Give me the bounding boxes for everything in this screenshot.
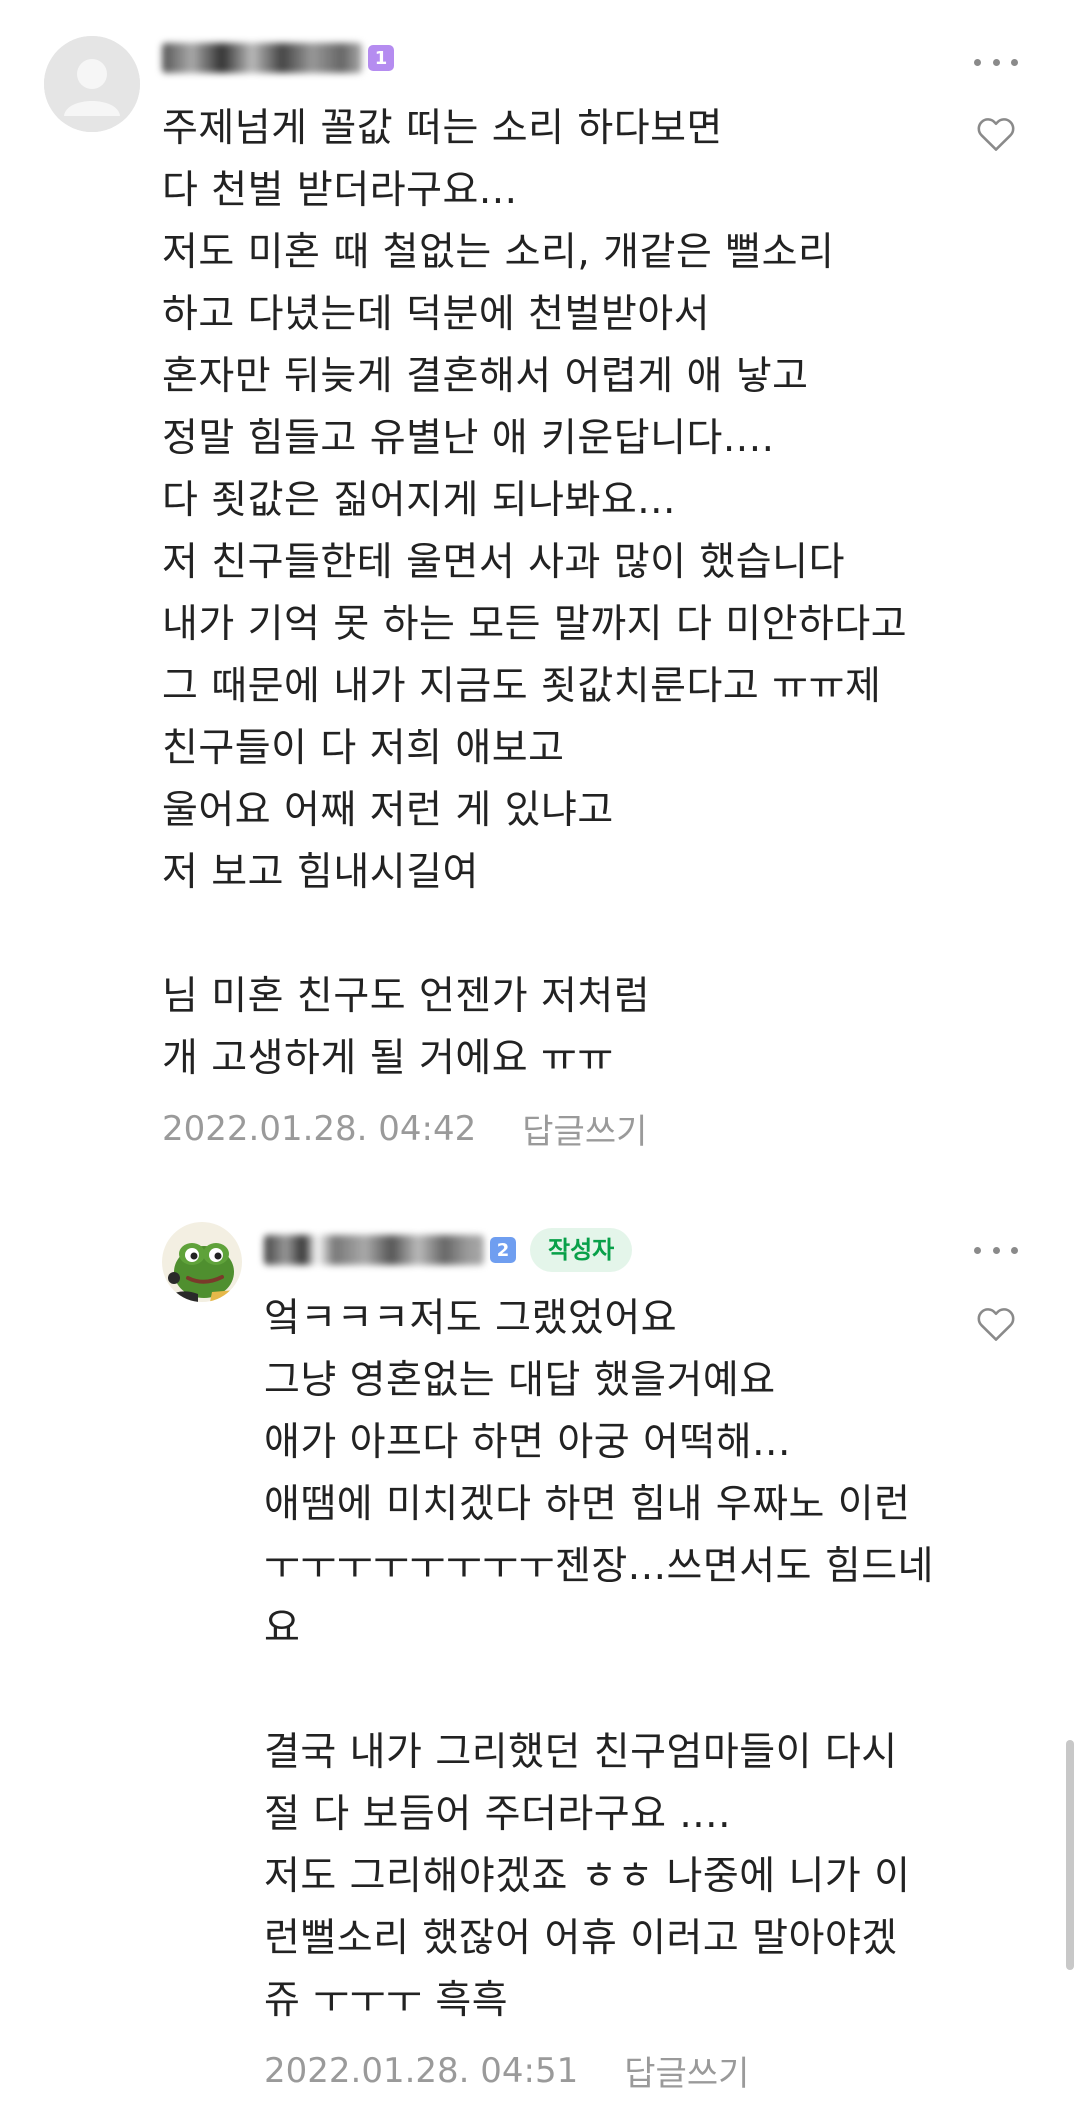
nickname-blurred[interactable] xyxy=(264,1235,484,1265)
comment-text: 엌ㅋㅋㅋ저도 그랬었어요 그냥 영혼없는 대답 했을거예요 애가 아프다 하면 … xyxy=(264,1296,935,2023)
default-user-icon xyxy=(44,36,140,132)
more-horizontal-icon xyxy=(974,58,981,66)
heart-outline-icon xyxy=(977,118,1015,151)
more-horizontal-icon xyxy=(974,1246,981,1254)
level-badge: 2 xyxy=(490,1237,516,1263)
scrollbar[interactable] xyxy=(1066,1740,1074,1970)
comment-text: 주제넘게 꼴값 떠는 소리 하다보면 다 천벌 받더라구요... 저도 미혼 때… xyxy=(162,106,908,1081)
nickname-blurred[interactable] xyxy=(162,43,362,73)
like-button[interactable] xyxy=(974,112,1018,156)
comment-timestamp: 2022.01.28. 04:42 xyxy=(162,1108,477,1149)
comment-meta: 2022.01.28. 04:42 답글쓰기 xyxy=(162,1104,647,1153)
level-badge: 1 xyxy=(368,45,394,71)
reply-button[interactable]: 답글쓰기 xyxy=(522,1104,647,1153)
heart-outline-icon xyxy=(977,1308,1015,1341)
nickname-row: 1 xyxy=(162,36,394,80)
comment-timestamp: 2022.01.28. 04:51 xyxy=(264,2050,579,2091)
frog-avatar-icon xyxy=(162,1222,242,1302)
avatar[interactable] xyxy=(162,1222,242,1302)
reply-button[interactable]: 답글쓰기 xyxy=(624,2046,749,2095)
like-button[interactable] xyxy=(974,1302,1018,1346)
avatar[interactable] xyxy=(44,36,140,132)
nickname-row: 2 작성자 xyxy=(264,1228,633,1272)
more-options-button[interactable] xyxy=(974,1240,1018,1260)
more-options-button[interactable] xyxy=(974,52,1018,72)
author-badge: 작성자 xyxy=(530,1228,633,1272)
comment-meta: 2022.01.28. 04:51 답글쓰기 xyxy=(264,2046,749,2095)
